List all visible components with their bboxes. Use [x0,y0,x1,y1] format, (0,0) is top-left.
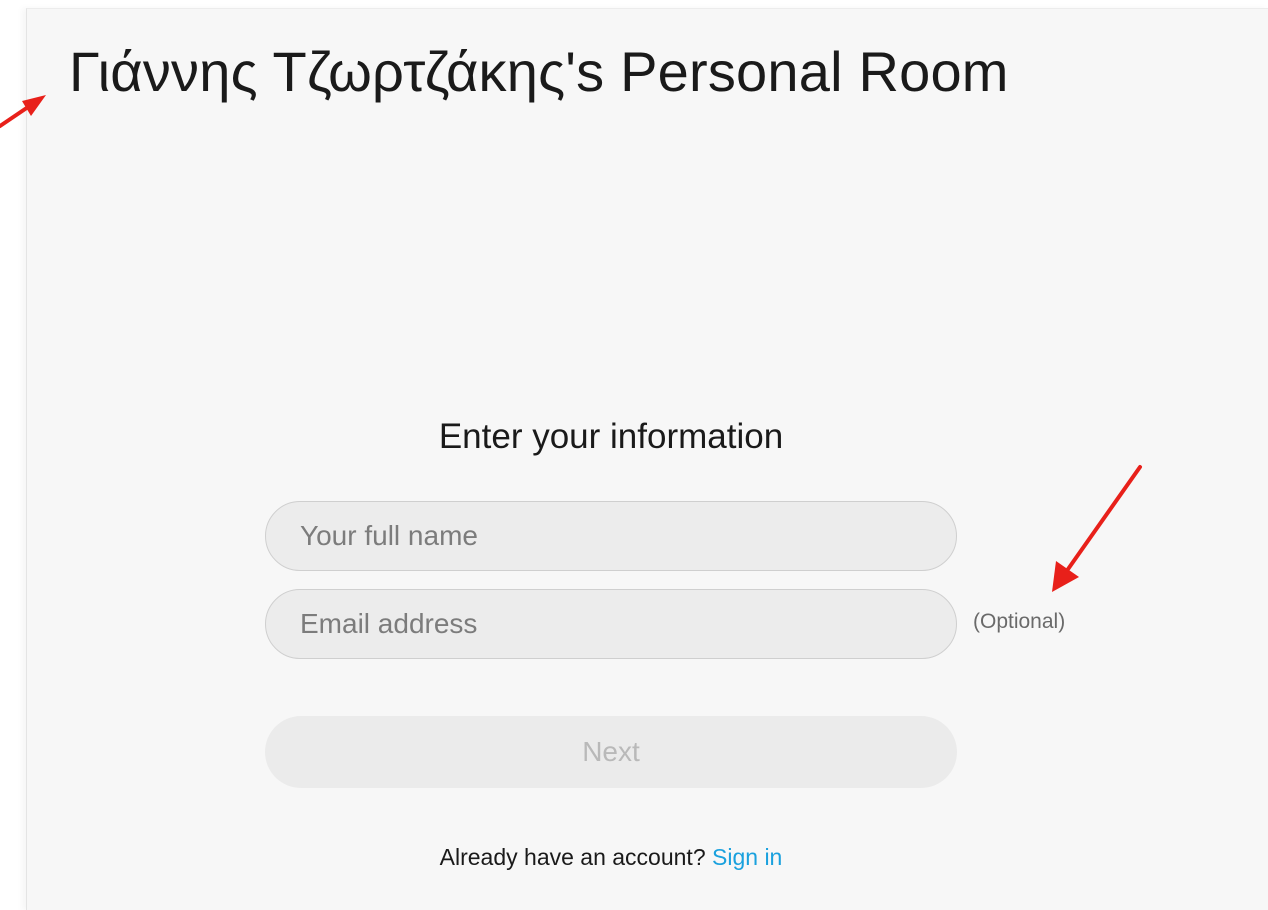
screenshot-stage: Γιάννης Τζωρτζάκης's Personal Room Enter… [0,0,1268,910]
room-title: Γιάννης Τζωρτζάκης's Personal Room [69,40,1009,103]
full-name-input[interactable] [265,501,957,571]
email-optional-label: (Optional) [973,610,1066,633]
signin-prompt: Already have an account? [439,844,706,870]
form-heading: Enter your information [438,417,784,456]
sign-in-link[interactable]: Sign in [712,844,782,870]
email-address-input[interactable] [265,589,957,659]
personal-room-panel: Γιάννης Τζωρτζάκης's Personal Room Enter… [26,8,1268,910]
signin-row: Already have an account? Sign in [265,844,957,871]
next-button[interactable]: Next [265,716,957,788]
